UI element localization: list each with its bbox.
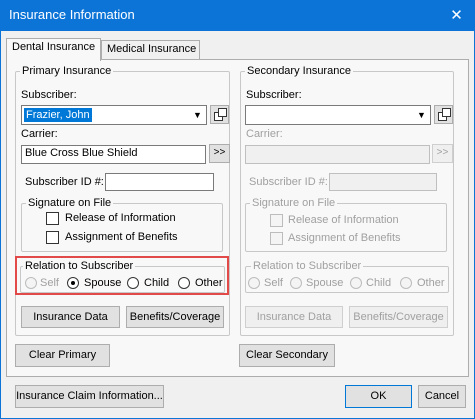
secondary-release-label: Release of Information: [288, 214, 399, 226]
secondary-signature-legend: Signature on File: [250, 197, 338, 209]
primary-signature-legend: Signature on File: [26, 197, 114, 209]
primary-assignment-checkbox[interactable]: [46, 231, 59, 244]
primary-relation-spouse-radio[interactable]: [67, 277, 79, 289]
secondary-relation-self-label: Self: [264, 277, 283, 289]
primary-release-label: Release of Information: [65, 212, 176, 224]
close-icon[interactable]: ✕: [438, 0, 475, 31]
secondary-subscriber-lookup-button[interactable]: [434, 105, 453, 124]
secondary-subscriber-id-field[interactable]: [329, 173, 437, 191]
primary-carrier-field[interactable]: Blue Cross Blue Shield: [21, 145, 206, 164]
primary-subscriber-id-label: Subscriber ID #:: [25, 176, 104, 188]
tab-medical-insurance-label: Medical Insurance: [107, 43, 197, 55]
secondary-carrier-browse-button[interactable]: >>: [432, 144, 453, 163]
secondary-subscriber-label: Subscriber:: [246, 89, 302, 101]
primary-relation-child-label: Child: [144, 277, 170, 289]
primary-signature-group: [21, 203, 223, 252]
tab-dental-insurance[interactable]: Dental Insurance: [6, 38, 101, 61]
secondary-carrier-label: Carrier:: [246, 128, 283, 140]
primary-subscriber-value: Frazier, John: [24, 108, 92, 122]
primary-relation-legend: Relation to Subscriber: [23, 260, 136, 272]
secondary-relation-legend: Relation to Subscriber: [251, 260, 364, 272]
tab-medical-insurance[interactable]: Medical Insurance: [101, 40, 200, 59]
secondary-insurance-data-button[interactable]: Insurance Data: [245, 306, 343, 328]
primary-relation-other-label: Other: [195, 277, 223, 289]
primary-subscriber-id-field[interactable]: [105, 173, 214, 191]
primary-insurance-legend: Primary Insurance: [20, 65, 114, 77]
secondary-relation-self-radio[interactable]: [248, 277, 260, 289]
secondary-release-checkbox[interactable]: [270, 214, 283, 227]
primary-relation-spouse-label: Spouse: [84, 277, 122, 289]
primary-insurance-data-button[interactable]: Insurance Data: [21, 306, 120, 328]
ok-button[interactable]: OK: [345, 385, 412, 408]
secondary-relation-child-label: Child: [366, 277, 392, 289]
secondary-insurance-legend: Secondary Insurance: [245, 65, 353, 77]
primary-carrier-label: Carrier:: [21, 128, 58, 140]
primary-carrier-browse-button[interactable]: >>: [209, 144, 230, 163]
primary-relation-other-radio[interactable]: [178, 277, 190, 289]
secondary-benefits-button[interactable]: Benefits/Coverage: [349, 306, 448, 328]
primary-benefits-button[interactable]: Benefits/Coverage: [126, 306, 224, 328]
primary-relation-child-radio[interactable]: [127, 277, 139, 289]
secondary-relation-spouse-radio[interactable]: [290, 277, 302, 289]
radio-selected-dot: [71, 281, 75, 285]
clear-primary-button[interactable]: Clear Primary: [15, 344, 110, 367]
secondary-relation-child-radio[interactable]: [350, 277, 362, 289]
chevron-down-icon[interactable]: ▼: [190, 107, 205, 123]
secondary-subscriber-select[interactable]: ▼: [245, 105, 431, 125]
secondary-relation-spouse-label: Spouse: [306, 277, 344, 289]
secondary-relation-other-label: Other: [417, 277, 445, 289]
lookup-icon-back: [442, 108, 451, 117]
primary-relation-self-label: Self: [40, 277, 59, 289]
insurance-claim-information-button[interactable]: Insurance Claim Information...: [15, 385, 164, 408]
lookup-icon-back: [218, 108, 227, 117]
secondary-subscriber-id-label: Subscriber ID #:: [249, 176, 328, 188]
secondary-carrier-field[interactable]: [245, 145, 430, 164]
primary-subscriber-lookup-button[interactable]: [210, 105, 229, 124]
cancel-button[interactable]: Cancel: [418, 385, 466, 408]
primary-assignment-label: Assignment of Benefits: [65, 231, 178, 243]
chevron-down-icon[interactable]: ▼: [414, 107, 429, 123]
primary-subscriber-label: Subscriber:: [21, 89, 77, 101]
secondary-assignment-label: Assignment of Benefits: [288, 232, 401, 244]
primary-subscriber-select[interactable]: Frazier, John ▼: [21, 105, 207, 125]
primary-release-checkbox[interactable]: [46, 212, 59, 225]
primary-relation-self-radio[interactable]: [25, 277, 37, 289]
secondary-assignment-checkbox[interactable]: [270, 232, 283, 245]
clear-secondary-button[interactable]: Clear Secondary: [239, 344, 335, 367]
window-title: Insurance Information: [9, 7, 135, 22]
secondary-relation-other-radio[interactable]: [400, 277, 412, 289]
tab-dental-insurance-label: Dental Insurance: [12, 41, 96, 53]
